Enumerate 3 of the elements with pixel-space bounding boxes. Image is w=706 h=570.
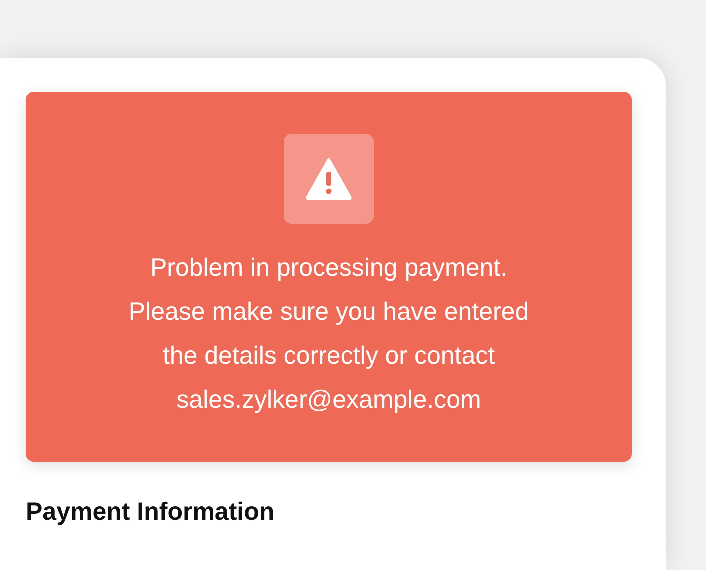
warning-icon bbox=[284, 134, 374, 224]
error-message: Problem in processing payment. Please make sure you have entered the details correctly or contact sales.zylker@example.com bbox=[128, 253, 530, 416]
section-title: Payment Information bbox=[26, 498, 275, 527]
